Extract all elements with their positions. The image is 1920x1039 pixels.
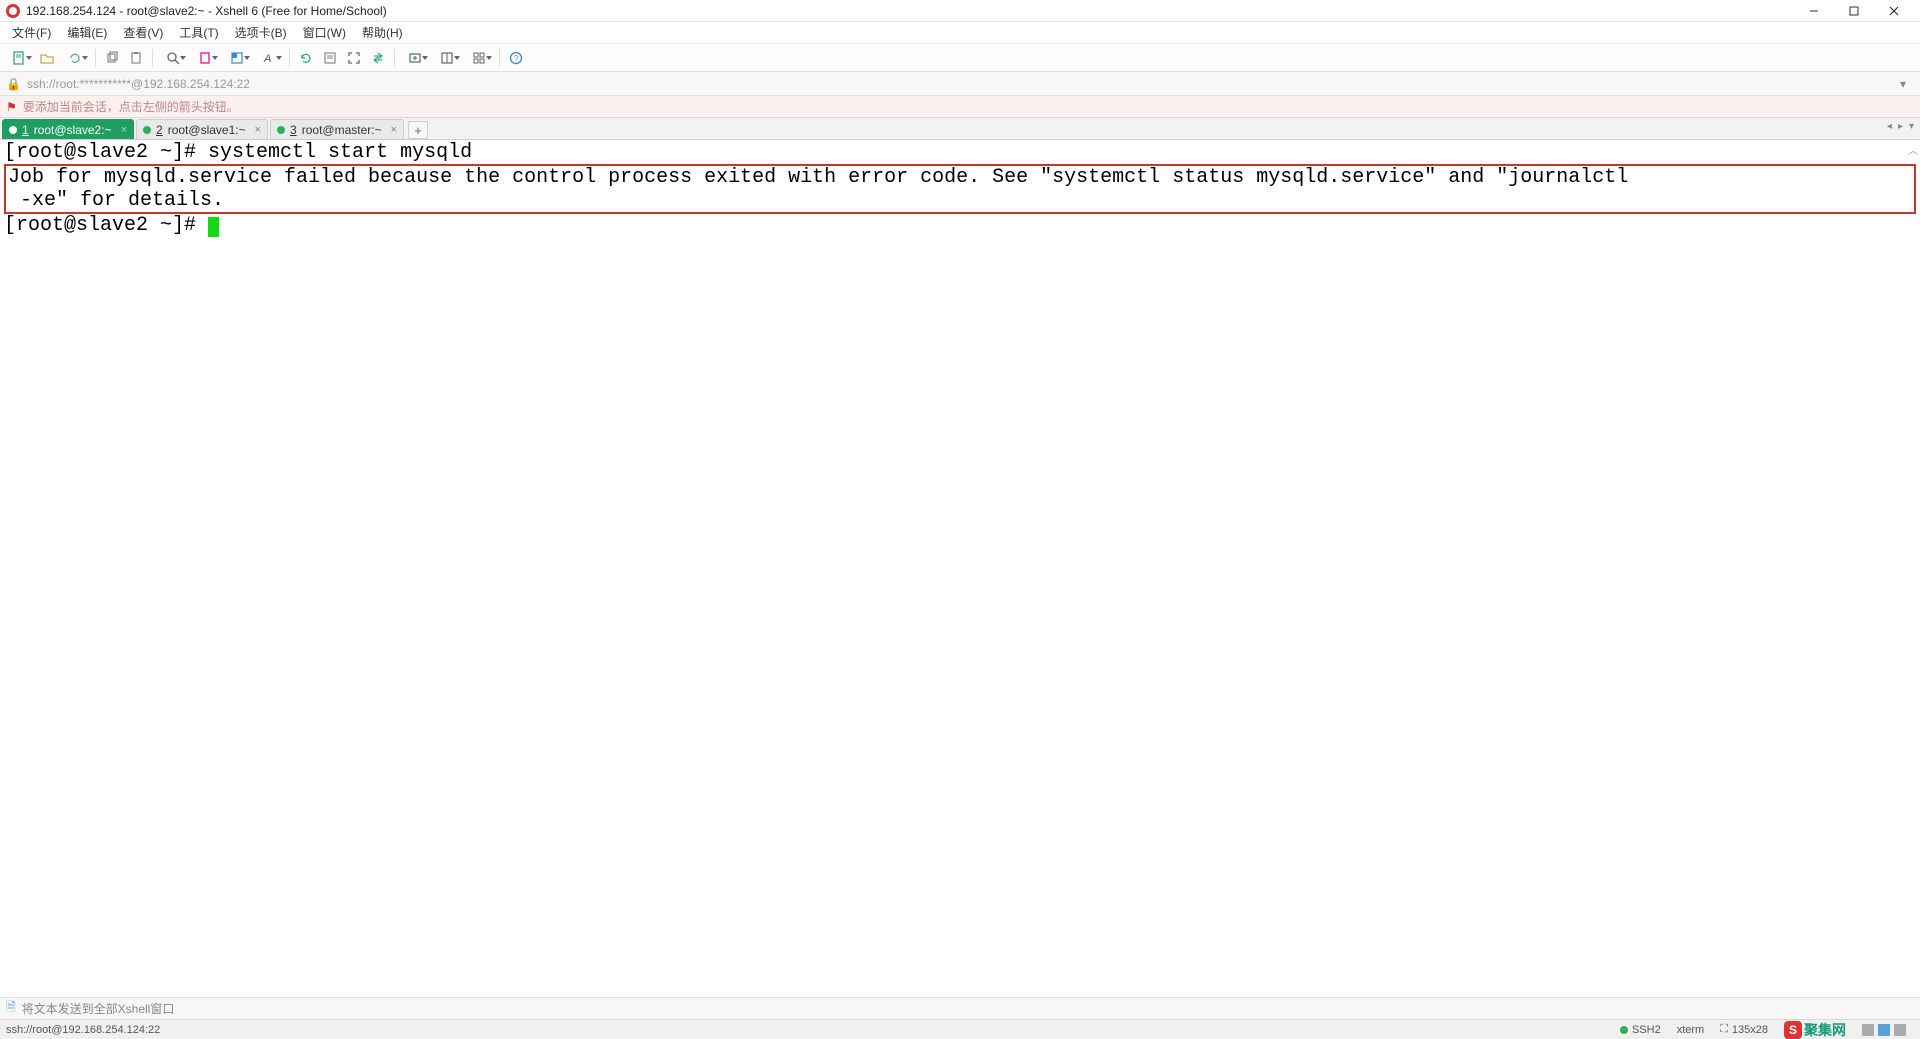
caps-indicator-icon [1878, 1024, 1890, 1036]
font-button[interactable]: A [254, 47, 284, 69]
new-tab-button[interactable] [400, 47, 430, 69]
menu-tabs[interactable]: 选项卡(B) [227, 22, 295, 43]
tab-close-icon[interactable]: × [121, 124, 127, 136]
indicator-icon [1894, 1024, 1906, 1036]
note-icon: 🗎 [6, 998, 16, 1019]
reconnect-button[interactable] [60, 47, 90, 69]
brand-text: 聚集网 [1804, 1020, 1846, 1039]
tab-close-icon[interactable]: × [255, 124, 261, 136]
tab-list-icon[interactable]: ▾ [1907, 121, 1916, 132]
terminal-line: Job for mysqld.service failed because th… [8, 166, 1912, 189]
addressbar[interactable]: 🔒 ssh://root:***********@192.168.254.124… [0, 72, 1920, 96]
tab-label: root@slave1:~ [168, 123, 246, 137]
menu-view[interactable]: 查看(V) [115, 22, 171, 43]
fullscreen-button[interactable] [343, 47, 365, 69]
menubar: 文件(F) 编辑(E) 查看(V) 工具(T) 选项卡(B) 窗口(W) 帮助(… [0, 22, 1920, 44]
toolbar: A ? [0, 44, 1920, 72]
hintbar: ⚑ 要添加当前会话，点击左侧的箭头按钮。 [0, 96, 1920, 118]
layout-button[interactable] [432, 47, 462, 69]
send-to-all-bar[interactable]: 🗎 将文本发送到全部Xshell窗口 [0, 997, 1920, 1019]
status-connection: ssh://root@192.168.254.124:22 [6, 1024, 1612, 1036]
hint-text: 要添加当前会话，点击左侧的箭头按钮。 [23, 98, 239, 115]
terminal-prompt: [root@slave2 ~]# [4, 214, 208, 237]
status-size-label: 135x28 [1732, 1024, 1768, 1036]
statusbar: ssh://root@192.168.254.124:22 SSH2 xterm… [0, 1019, 1920, 1039]
app-window: 192.168.254.124 - root@slave2:~ - Xshell… [0, 0, 1920, 1039]
copy-button[interactable] [101, 47, 123, 69]
scroll-up-icon[interactable]: ︿ [1908, 142, 1918, 157]
status-dot-icon [9, 126, 17, 134]
terminal-output: [root@slave2 ~]# systemctl start mysqldJ… [0, 140, 1920, 238]
minimize-button[interactable] [1794, 0, 1834, 22]
tabbar: 1 root@slave2:~ × 2 root@slave1:~ × 3 ro… [0, 118, 1920, 140]
status-ssh: SSH2 [1612, 1024, 1669, 1036]
send-to-all-text: 将文本发送到全部Xshell窗口 [22, 1000, 175, 1017]
status-dot-icon [277, 126, 285, 134]
status-dot-icon [143, 126, 151, 134]
terminal-line: [root@slave2 ~]# systemctl start mysqld [4, 141, 1916, 164]
terminal-area[interactable]: ︿ [root@slave2 ~]# systemctl start mysql… [0, 140, 1920, 997]
tab-slave1[interactable]: 2 root@slave1:~ × [136, 119, 268, 139]
paste-button[interactable] [125, 47, 147, 69]
tab-number: 1 [22, 123, 29, 137]
status-ssh-label: SSH2 [1632, 1024, 1661, 1036]
titlebar: 192.168.254.124 - root@slave2:~ - Xshell… [0, 0, 1920, 22]
tab-slave2[interactable]: 1 root@slave2:~ × [2, 119, 134, 139]
size-icon: ⛶ [1720, 1023, 1728, 1036]
terminal-line: -xe" for details. [8, 189, 1912, 212]
tab-prev-icon[interactable]: ◂ [1885, 121, 1894, 132]
svg-text:?: ? [514, 54, 519, 63]
lock-icon: 🔒 [6, 77, 21, 91]
status-term: xterm [1669, 1024, 1713, 1036]
close-button[interactable] [1874, 0, 1914, 22]
tab-add-button[interactable]: + [408, 121, 428, 139]
tab-close-icon[interactable]: × [391, 124, 397, 136]
tab-number: 2 [156, 123, 163, 137]
address-dropdown-icon[interactable]: ▾ [1900, 77, 1914, 91]
tab-next-icon[interactable]: ▸ [1896, 121, 1905, 132]
menu-window[interactable]: 窗口(W) [295, 22, 354, 43]
logo-badge-icon: S [1784, 1021, 1802, 1039]
status-indicators [1854, 1024, 1914, 1036]
clipboard-button[interactable] [190, 47, 220, 69]
window-title: 192.168.254.124 - root@slave2:~ - Xshell… [26, 4, 387, 18]
open-button[interactable] [36, 47, 58, 69]
tab-label: root@slave2:~ [34, 123, 112, 137]
help-button[interactable]: ? [505, 47, 527, 69]
highlighted-error: Job for mysqld.service failed because th… [4, 164, 1916, 214]
menu-tools[interactable]: 工具(T) [171, 22, 226, 43]
tab-master[interactable]: 3 root@master:~ × [270, 119, 404, 139]
menu-edit[interactable]: 编辑(E) [59, 22, 115, 43]
svg-text:A: A [263, 53, 271, 65]
transfer-button[interactable] [367, 47, 389, 69]
new-session-button[interactable] [4, 47, 34, 69]
indicator-icon [1862, 1024, 1874, 1036]
properties-button[interactable] [319, 47, 341, 69]
maximize-button[interactable] [1834, 0, 1874, 22]
ssh-dot-icon [1620, 1026, 1628, 1034]
tab-nav: ◂ ▸ ▾ [1885, 121, 1916, 132]
app-icon [6, 4, 20, 18]
menu-help[interactable]: 帮助(H) [354, 22, 411, 43]
color-scheme-button[interactable] [222, 47, 252, 69]
tab-label: root@master:~ [302, 123, 382, 137]
menu-file[interactable]: 文件(F) [4, 22, 59, 43]
status-size: ⛶ 135x28 [1712, 1023, 1776, 1036]
tab-number: 3 [290, 123, 297, 137]
cursor-icon [208, 217, 219, 237]
brand-logo: S 聚集网 [1776, 1020, 1854, 1039]
find-button[interactable] [158, 47, 188, 69]
refresh-button[interactable] [295, 47, 317, 69]
address-text: ssh://root:***********@192.168.254.124:2… [27, 77, 1900, 91]
flag-icon: ⚑ [6, 100, 17, 114]
tile-button[interactable] [464, 47, 494, 69]
